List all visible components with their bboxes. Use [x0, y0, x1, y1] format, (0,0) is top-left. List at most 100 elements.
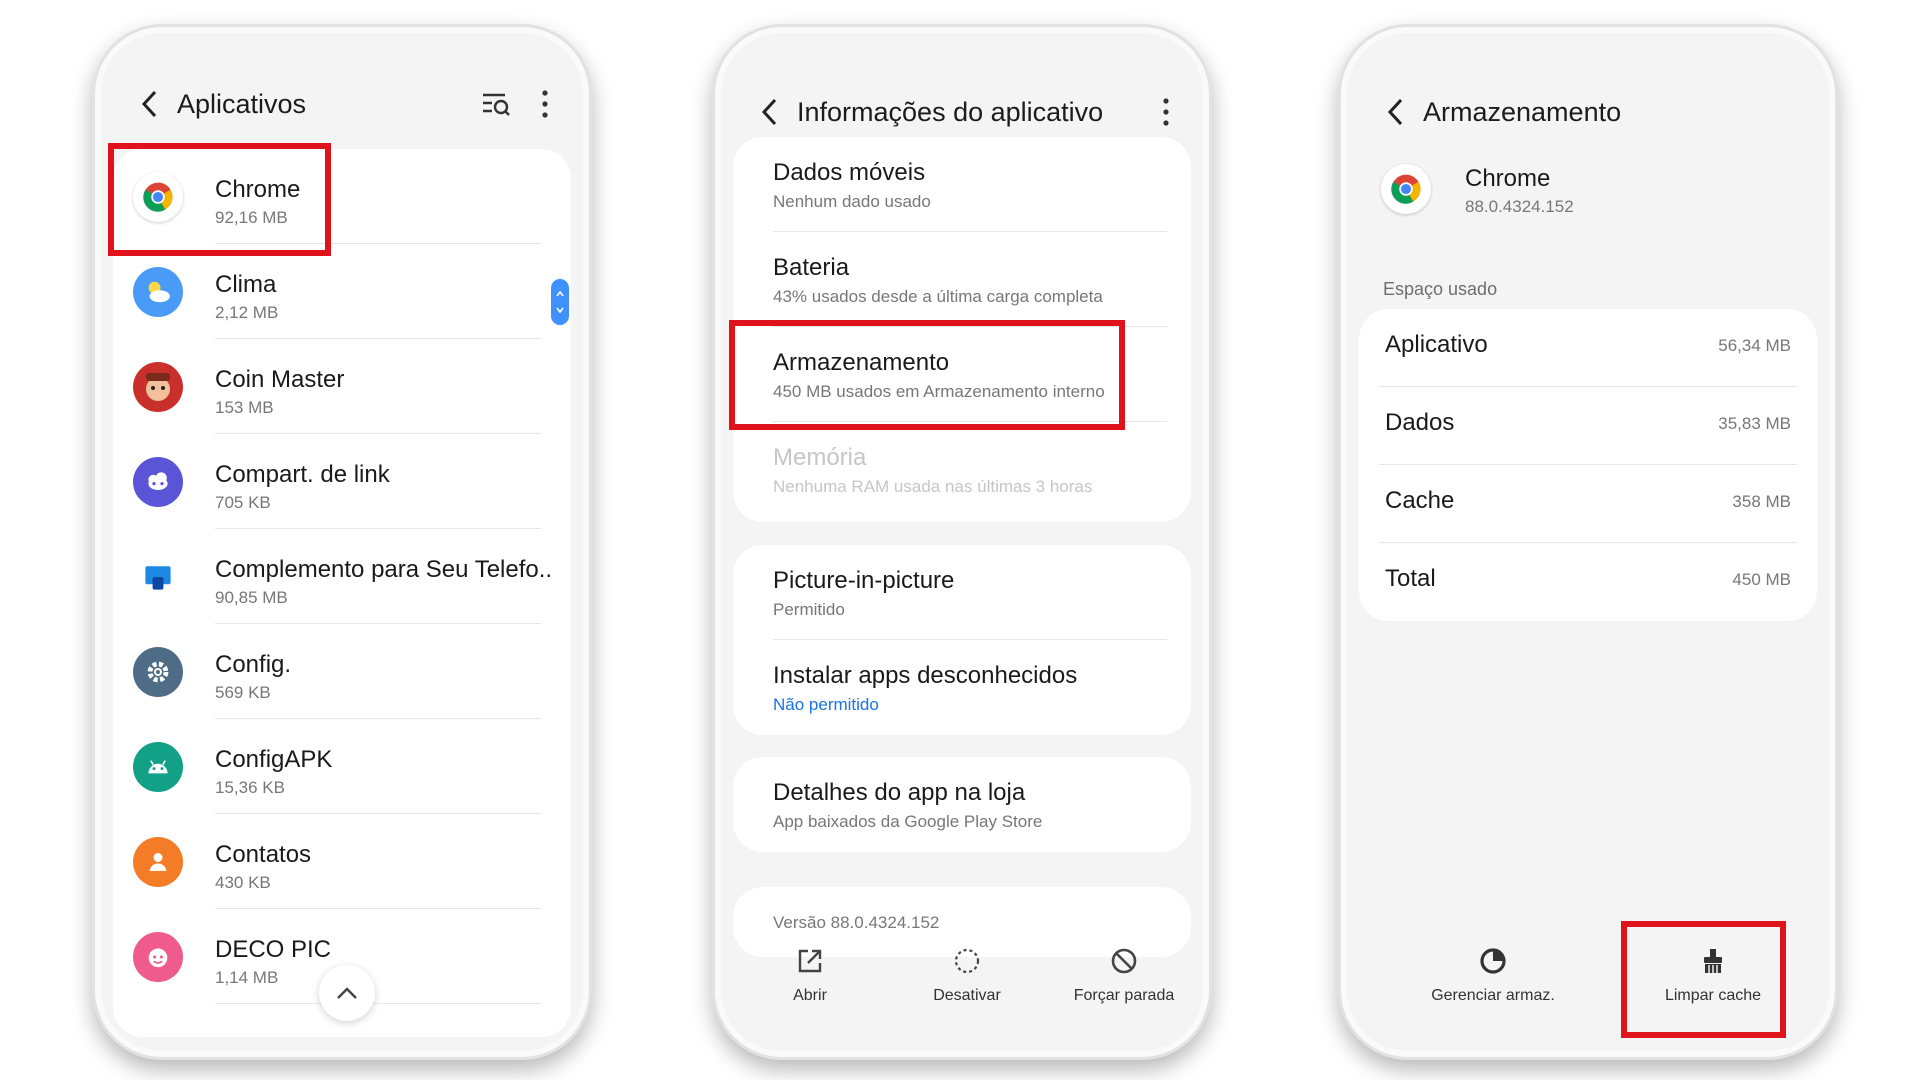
fast-scroll-handle[interactable] — [551, 279, 569, 325]
row-value: 56,34 MB — [1718, 336, 1791, 355]
phone-app-info: Informações do aplicativo Dados móveis N… — [712, 24, 1212, 1060]
app-name: Config. — [215, 651, 292, 678]
list-item-clima[interactable]: Clima 2,12 MB — [113, 244, 571, 339]
dashed-circle-icon — [951, 945, 983, 977]
storage-row-cache: Cache 358 MB — [1359, 465, 1817, 543]
app-size: 705 KB — [215, 493, 271, 512]
item-title: Picture-in-picture — [773, 567, 955, 594]
chevron-up-icon — [337, 987, 357, 999]
app-name: ConfigAPK — [215, 746, 333, 773]
item-title: Bateria — [773, 254, 850, 281]
list-item-configapk[interactable]: ConfigAPK 15,36 KB — [113, 719, 571, 814]
app-size: 92,16 MB — [215, 208, 288, 227]
item-title: Instalar apps desconhecidos — [773, 662, 1078, 689]
weather-icon — [133, 267, 183, 317]
app-size: 90,85 MB — [215, 588, 288, 607]
phone-apps-list: Aplicativos Chrome 92,16 MB Clima 2,12 M… — [92, 24, 592, 1060]
chrome-icon — [1381, 164, 1431, 214]
more-options-icon[interactable] — [540, 87, 550, 121]
button-label: Abrir — [793, 987, 827, 1004]
app-info-card-store: Detalhes do app na loja App baixados da … — [733, 757, 1191, 852]
android-icon — [133, 742, 183, 792]
app-name: Clima — [215, 271, 277, 298]
button-label: Gerenciar armaz. — [1431, 987, 1555, 1004]
app-size: 2,12 MB — [215, 303, 279, 322]
manage-storage-button[interactable]: Gerenciar armaz. — [1393, 937, 1593, 1017]
list-item-chrome[interactable]: Chrome 92,16 MB — [113, 149, 571, 244]
settings-gear-icon — [133, 647, 183, 697]
list-item-contatos[interactable]: Contatos 430 KB — [113, 814, 571, 909]
app-name: Complemento para Seu Telefo.. — [215, 556, 553, 583]
more-options-icon[interactable] — [1161, 95, 1171, 129]
app-size: 430 KB — [215, 873, 271, 892]
storage-row-total: Total 450 MB — [1359, 543, 1817, 621]
back-arrow-icon[interactable] — [1385, 97, 1407, 127]
item-subtitle: 43% usados desde a última carga completa — [773, 287, 1103, 306]
app-size: 569 KB — [215, 683, 271, 702]
list-item-coin-master[interactable]: Coin Master 153 MB — [113, 339, 571, 434]
open-button[interactable]: Abrir — [730, 937, 890, 1017]
version-text: Versão 88.0.4324.152 — [773, 913, 940, 932]
button-label: Desativar — [933, 987, 1001, 1004]
item-subtitle: Permitido — [773, 600, 845, 619]
row-value: 450 MB — [1732, 570, 1791, 589]
top-bar: Informações do aplicativo — [715, 65, 1209, 145]
section-header: Espaço usado — [1383, 279, 1498, 299]
app-name: Compart. de link — [215, 461, 390, 488]
app-version: 88.0.4324.152 — [1465, 197, 1574, 216]
row-label: Total — [1385, 565, 1436, 592]
battery-item[interactable]: Bateria 43% usados desde a última carga … — [733, 232, 1191, 327]
button-label: Forçar parada — [1073, 987, 1175, 1004]
coin-master-icon — [133, 362, 183, 412]
pie-chart-icon — [1477, 945, 1509, 977]
item-title: Memória — [773, 444, 867, 471]
row-label: Dados — [1385, 409, 1455, 436]
item-subtitle: Nenhuma RAM usada nas últimas 3 horas — [773, 477, 1093, 496]
button-label: Limpar cache — [1664, 987, 1762, 1004]
mobile-data-item[interactable]: Dados móveis Nenhum dado usado — [733, 137, 1191, 232]
top-bar: Aplicativos — [95, 65, 589, 145]
row-label: Aplicativo — [1385, 331, 1488, 358]
row-label: Cache — [1385, 487, 1455, 514]
item-subtitle: Não permitido — [773, 695, 879, 714]
app-name: Chrome — [1465, 165, 1551, 192]
app-name: Coin Master — [215, 366, 345, 393]
app-size: 153 MB — [215, 398, 274, 417]
back-arrow-icon[interactable] — [139, 89, 161, 119]
app-name: Contatos — [215, 841, 312, 868]
phone-storage: Armazenamento Chrome 88.0.4324.152 Espaç… — [1338, 24, 1838, 1060]
filter-search-icon[interactable] — [481, 89, 511, 119]
app-info-card-permissions: Picture-in-picture Permitido Instalar ap… — [733, 545, 1191, 735]
disable-button[interactable]: Desativar — [887, 937, 1047, 1017]
link-sharing-icon — [133, 457, 183, 507]
force-stop-button[interactable]: Forçar parada — [1044, 937, 1204, 1017]
app-info-card-usage: Dados móveis Nenhum dado usado Bateria 4… — [733, 137, 1191, 522]
item-title: Dados móveis — [773, 159, 926, 186]
app-header: Chrome 88.0.4324.152 — [1381, 157, 1801, 227]
item-subtitle: Nenhum dado usado — [773, 192, 931, 211]
app-name: Chrome — [215, 176, 301, 203]
store-details-item[interactable]: Detalhes do app na loja App baixados da … — [733, 757, 1191, 852]
picture-in-picture-item[interactable]: Picture-in-picture Permitido — [733, 545, 1191, 640]
back-arrow-icon[interactable] — [759, 97, 781, 127]
clear-cache-button[interactable]: Limpar cache — [1633, 937, 1793, 1017]
storage-item[interactable]: Armazenamento 450 MB usados em Armazenam… — [733, 327, 1191, 422]
list-item-your-phone-companion[interactable]: Complemento para Seu Telefo.. 90,85 MB — [113, 529, 571, 624]
storage-row-data: Dados 35,83 MB — [1359, 387, 1817, 465]
memory-item: Memória Nenhuma RAM usada nas últimas 3 … — [733, 422, 1191, 517]
divider — [215, 1003, 541, 1004]
page-title: Informações do aplicativo — [797, 97, 1104, 127]
list-item-config[interactable]: Config. 569 KB — [113, 624, 571, 719]
chrome-icon — [133, 172, 183, 222]
row-value: 35,83 MB — [1718, 414, 1791, 433]
contacts-icon — [133, 837, 183, 887]
scroll-to-top-button[interactable] — [319, 965, 375, 1021]
row-value: 358 MB — [1732, 492, 1791, 511]
install-unknown-apps-item[interactable]: Instalar apps desconhecidos Não permitid… — [733, 640, 1191, 735]
app-size: 1,14 MB — [215, 968, 279, 987]
bottom-action-bar: Gerenciar armaz. Limpar cache — [1341, 937, 1835, 1017]
list-item-link-sharing[interactable]: Compart. de link 705 KB — [113, 434, 571, 529]
broom-icon — [1697, 945, 1729, 977]
item-title: Armazenamento — [773, 349, 950, 376]
page-title: Armazenamento — [1423, 97, 1622, 127]
